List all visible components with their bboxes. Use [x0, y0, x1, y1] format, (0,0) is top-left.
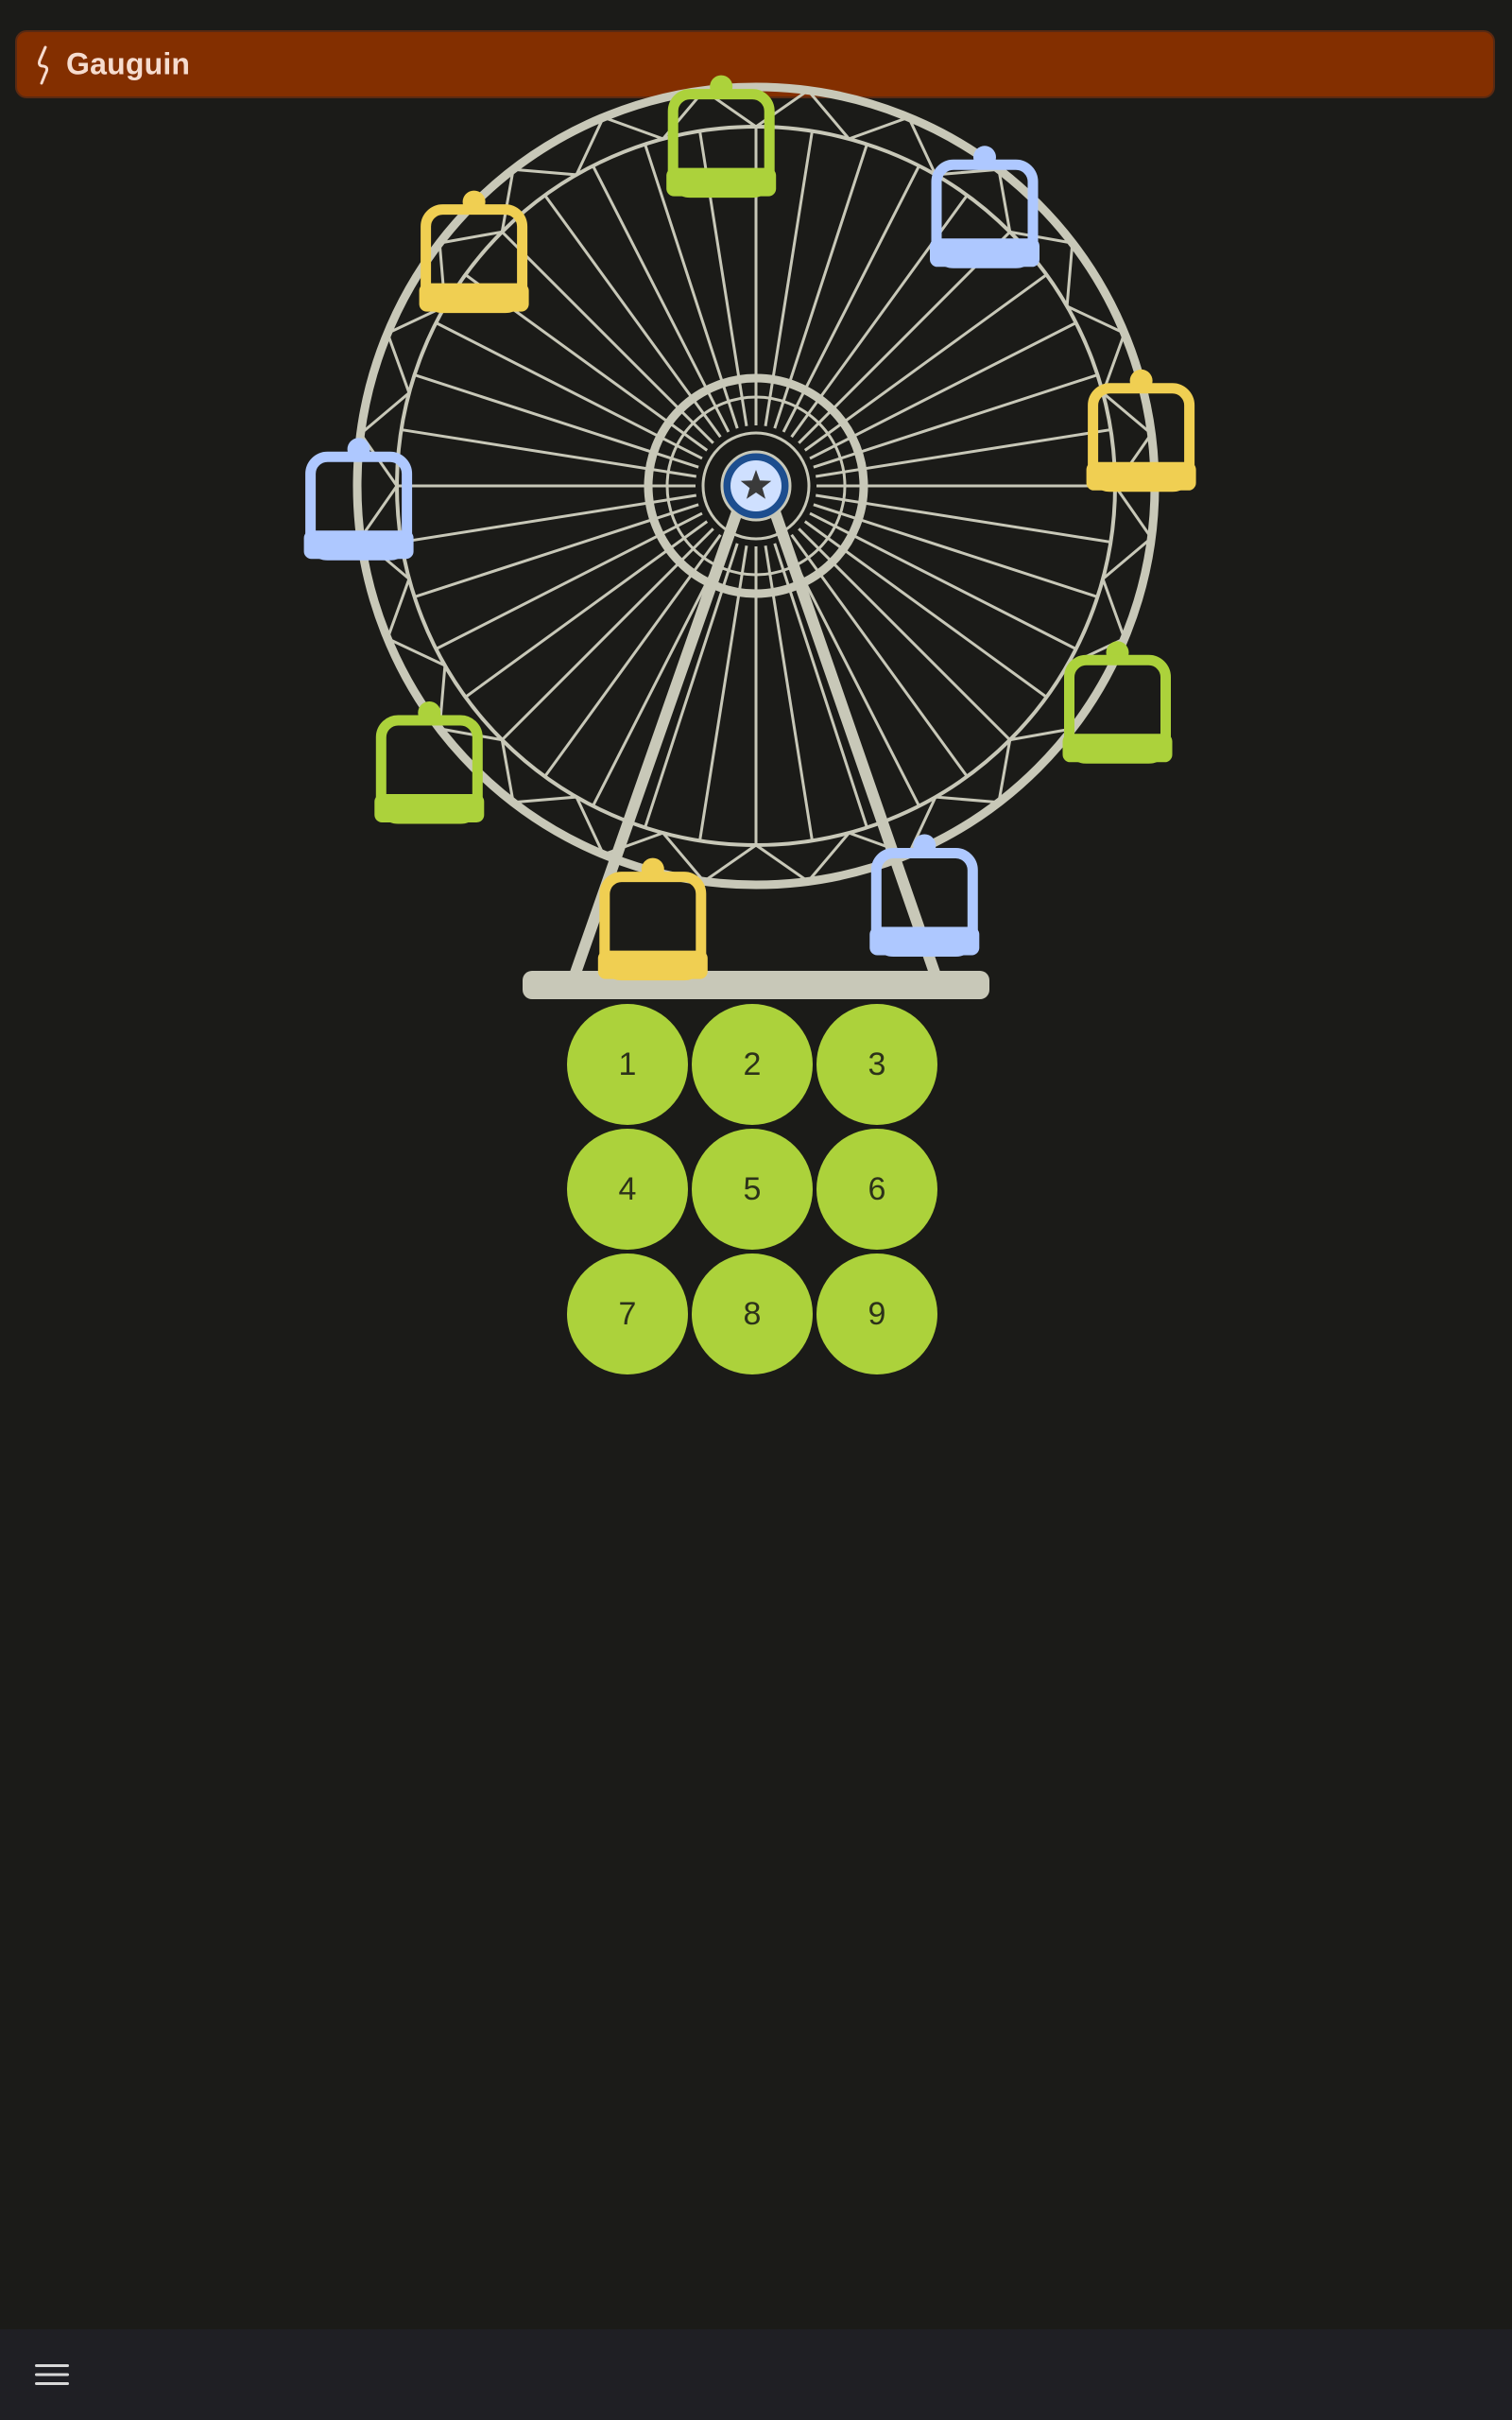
key-7[interactable]: 7 [567, 1253, 688, 1374]
key-2[interactable]: 2 [692, 1004, 813, 1125]
gondola-yellow [597, 857, 708, 981]
wheel-base-platform [523, 971, 989, 999]
gondola-green [1062, 641, 1173, 764]
key-3[interactable]: 3 [816, 1004, 937, 1125]
ferris-wheel-illustration [303, 75, 1196, 999]
key-6[interactable]: 6 [816, 1129, 937, 1250]
menu-button[interactable] [28, 2356, 76, 2394]
bottom-app-bar [0, 2329, 1512, 2420]
number-keypad: 1 2 3 4 5 6 7 8 9 [567, 1004, 945, 1374]
app-screen: Gauguin 1 2 3 4 5 6 7 8 9 [0, 0, 1512, 2420]
key-5[interactable]: 5 [692, 1129, 813, 1250]
hamburger-menu-icon [35, 2364, 69, 2385]
key-9[interactable]: 9 [816, 1253, 937, 1374]
key-1[interactable]: 1 [567, 1004, 688, 1125]
key-4[interactable]: 4 [567, 1129, 688, 1250]
gondola-blue [930, 146, 1040, 268]
key-8[interactable]: 8 [692, 1253, 813, 1374]
wheel-base [523, 971, 989, 999]
gondola-blue [869, 834, 980, 957]
